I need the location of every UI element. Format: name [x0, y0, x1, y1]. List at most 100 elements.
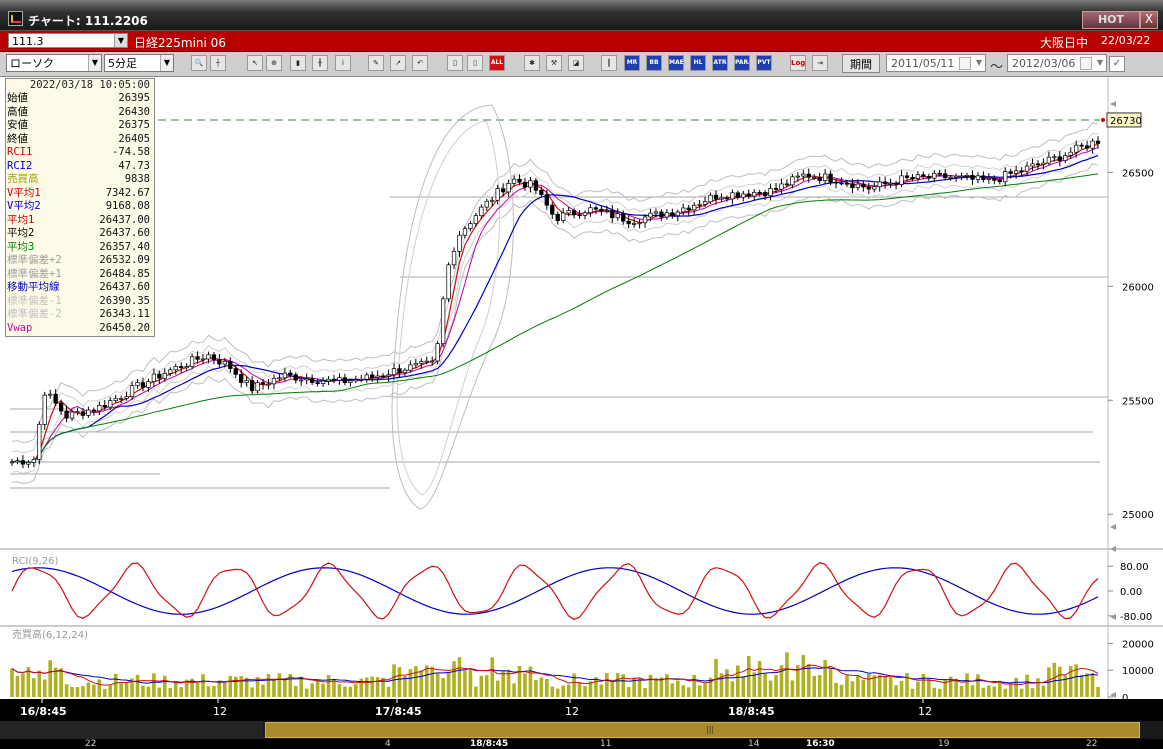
candle-body — [964, 175, 970, 177]
data-row-value: 26450.20 — [99, 321, 150, 334]
volume-bar — [299, 676, 304, 697]
volume-bar — [1085, 673, 1089, 697]
volume-bar — [332, 679, 336, 697]
candle-body — [419, 361, 424, 364]
cursor-icon[interactable]: ↖ — [247, 55, 263, 71]
pencil-icon[interactable]: ✎ — [368, 55, 384, 71]
data-row-value: 26343.11 — [99, 308, 150, 320]
arrow-icon[interactable]: ↗ — [390, 55, 406, 71]
chevron-down-icon[interactable]: ▼ — [1094, 55, 1106, 71]
candle-pair-icon[interactable]: ▯ — [467, 55, 483, 71]
volume-bar — [37, 670, 42, 697]
candle-body — [1019, 170, 1024, 173]
timeline-axis: 22 4 18/8:45 11 14 16:30 19 22 — [0, 739, 1163, 749]
candle-body — [364, 374, 369, 380]
to-date-field[interactable]: 2012/03/06 ▼ — [1007, 54, 1107, 72]
candle-body — [310, 378, 315, 383]
log-button[interactable]: Log — [790, 55, 806, 71]
volume-bar — [92, 684, 96, 697]
price-chart[interactable]: 26500 26000 25500 25000 26730 RCI(9,26) 80.00 0… — [0, 77, 1163, 749]
candle-body — [997, 179, 1002, 183]
chart-area[interactable]: 26500 26000 25500 25000 26730 RCI(9,26) 80.00 0… — [0, 77, 1163, 749]
close-button[interactable]: X — [1140, 11, 1158, 29]
time-axis-label: 12 — [213, 705, 227, 718]
volume-bar — [768, 680, 773, 697]
candle-body — [304, 378, 309, 381]
volume-bar — [474, 686, 478, 697]
volume-tick-label: 0 — [1122, 693, 1128, 704]
candle-body — [37, 424, 42, 460]
magnify-icon[interactable]: ⊕ — [266, 55, 282, 71]
chevron-down-icon[interactable]: ▼ — [114, 34, 127, 47]
atr-button[interactable]: ATR — [712, 55, 728, 71]
candle-single-icon[interactable]: ▯ — [447, 55, 463, 71]
candle-body — [893, 182, 899, 185]
volume-bar — [757, 661, 762, 697]
candle-body — [604, 210, 609, 212]
candle-body — [975, 175, 981, 180]
candle-icon[interactable]: ╫ — [312, 55, 328, 71]
data-row-value: 26437.00 — [99, 213, 150, 226]
candle-body — [108, 400, 113, 408]
candle-body — [599, 208, 604, 212]
mr-button[interactable]: MR — [624, 55, 640, 71]
crosshair-icon[interactable]: ┼ — [210, 55, 226, 71]
export-icon[interactable]: ⇥ — [812, 55, 828, 71]
chevron-down-icon[interactable]: ▼ — [160, 55, 173, 71]
volume-bar — [692, 674, 696, 697]
candle-body — [822, 173, 828, 181]
volume-bar — [414, 666, 418, 697]
candle-body — [435, 343, 440, 362]
bb-button[interactable]: BB — [646, 55, 662, 71]
chart-type-select[interactable]: ローソク ▼ — [6, 54, 102, 72]
interval-select[interactable]: 5分足 ▼ — [104, 54, 174, 72]
candle-body — [282, 372, 288, 379]
period-button[interactable]: 期間 — [842, 54, 880, 73]
scroll-left-area[interactable] — [0, 721, 263, 739]
price-tick-label: 25500 — [1122, 396, 1154, 407]
volume-bar — [233, 676, 238, 697]
palette-icon[interactable]: ◪ — [568, 55, 584, 71]
hot-button[interactable]: HOT — [1082, 11, 1140, 29]
pvt-button[interactable]: PVT — [756, 55, 772, 71]
from-date-field[interactable]: 2011/05/11 ▼ — [886, 54, 986, 72]
mae-button[interactable]: MAE — [668, 55, 684, 71]
volume-bar — [675, 680, 680, 697]
candle-body — [479, 206, 484, 217]
candle-body — [157, 373, 162, 379]
candle-body — [675, 211, 680, 216]
candle-body — [42, 394, 47, 425]
undo-icon[interactable]: ↶ — [412, 55, 428, 71]
candle-body — [708, 194, 713, 203]
candle-list-icon[interactable]: ║ — [601, 55, 617, 71]
chevron-down-icon[interactable]: ▼ — [973, 55, 985, 71]
volume-bar — [997, 680, 1002, 697]
calendar-icon[interactable] — [959, 57, 971, 70]
title-bar: チャート: 111.2206 HOT X — [0, 0, 1163, 31]
data-row-value: 26357.40 — [99, 240, 150, 253]
hl-button[interactable]: HL — [690, 55, 706, 71]
candle-body — [713, 194, 719, 200]
volume-bar — [348, 686, 353, 697]
zoom-icon[interactable]: 🔍 — [191, 55, 207, 71]
calendar-icon[interactable] — [1080, 57, 1092, 70]
bar-chart-icon[interactable]: ▮ — [290, 55, 306, 71]
volume-bar — [654, 678, 658, 697]
volume-bar — [555, 688, 560, 697]
info-icon[interactable]: i — [335, 55, 351, 71]
candle-body — [118, 398, 124, 400]
volume-bar — [293, 685, 298, 697]
chevron-down-icon[interactable]: ▼ — [88, 55, 101, 71]
data-row: 標準偏差+2 26532.09 — [6, 254, 154, 268]
all-icon[interactable]: ALL — [489, 55, 505, 71]
para-button[interactable]: PARA — [734, 55, 750, 71]
candle-body — [228, 360, 233, 369]
scroll-thumb[interactable]: ||| — [265, 722, 1140, 738]
symbol-code-select[interactable]: 111.3 ▼ — [8, 33, 128, 48]
candle-body — [877, 181, 882, 188]
wrench-icon[interactable]: ⚒ — [546, 55, 562, 71]
volume-bar — [119, 683, 123, 697]
period-checkbox[interactable]: ✓ — [1109, 56, 1125, 72]
settings-icon[interactable]: ✱ — [524, 55, 540, 71]
data-row-label: 平均2 — [7, 227, 35, 239]
